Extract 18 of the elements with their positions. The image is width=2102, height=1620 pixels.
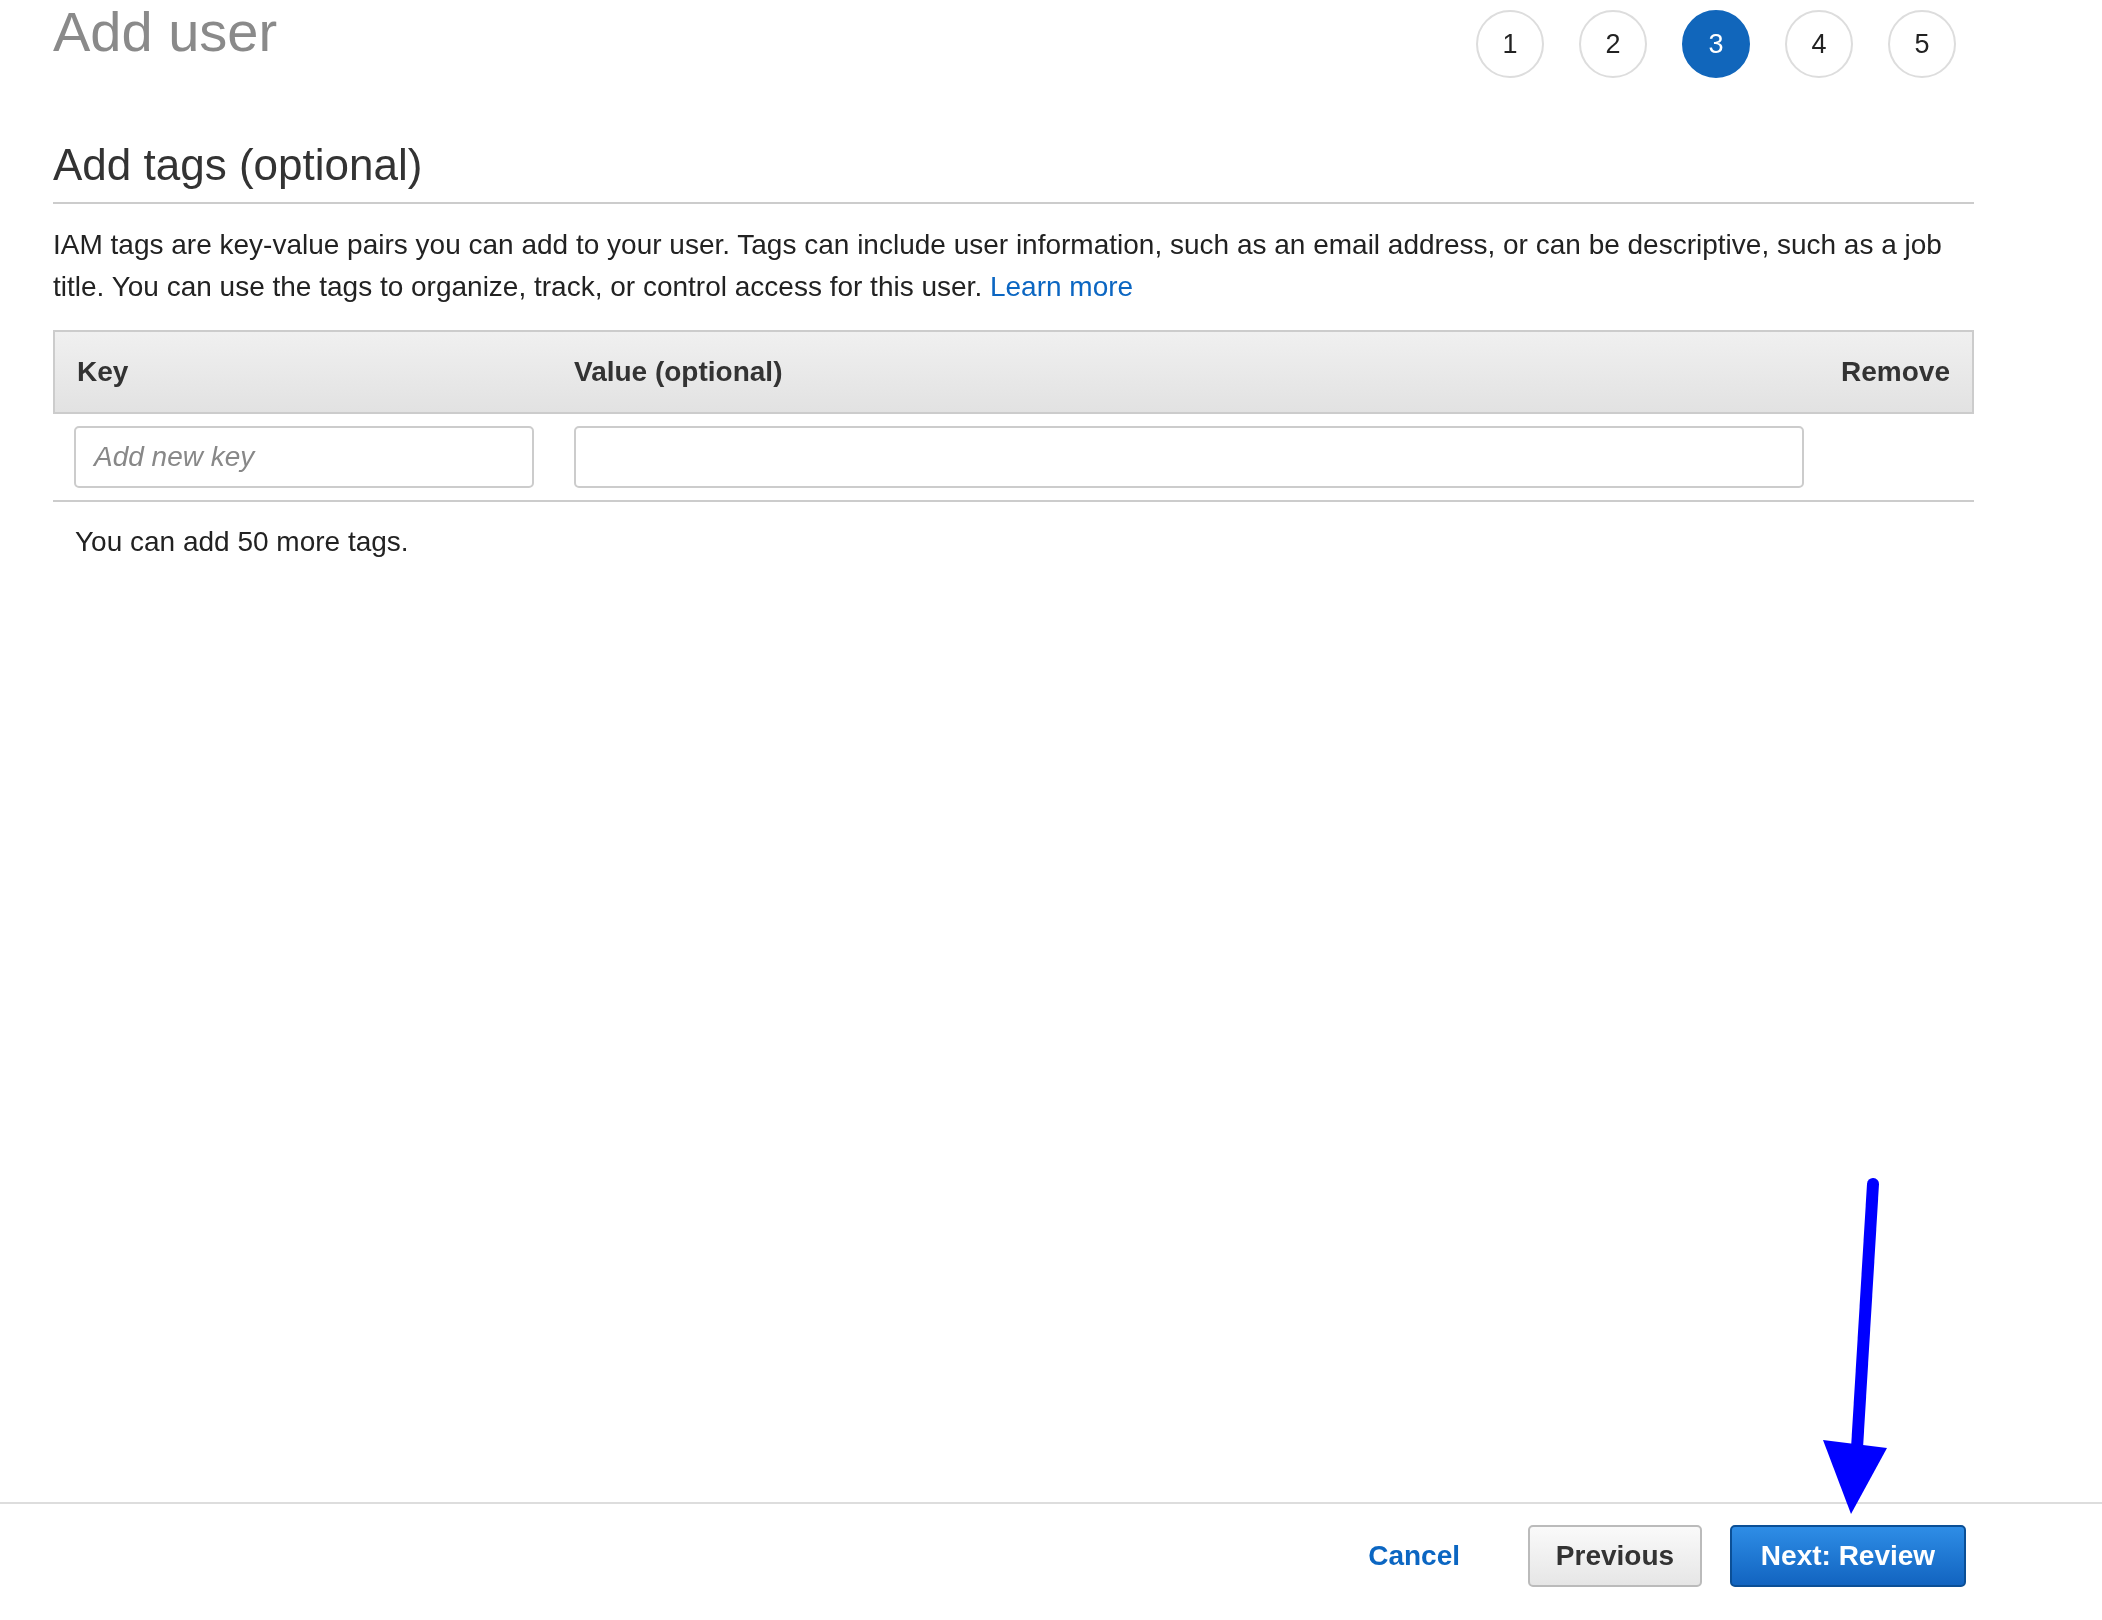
- page-title: Add user: [53, 0, 278, 65]
- step-indicator[interactable]: 1: [1476, 10, 1544, 78]
- column-header: Value (optional): [574, 356, 784, 388]
- key-input-field[interactable]: Add new key: [74, 426, 534, 488]
- tags-remaining-text: You can add 50 more tags.: [75, 526, 410, 558]
- learn-more-link[interactable]: Learn more: [989, 271, 1134, 302]
- column-header: Key: [77, 356, 130, 388]
- description-text: IAM tags are key-value pairs you can add to your user. Tags can include user information, such as an email address, or can be descriptive, such as a job title. You can use the tags to organize, track, or control access for this user. Learn more: [53, 228, 1943, 304]
- section-heading: Add tags (optional): [53, 140, 1974, 204]
- column-header: Remove: [1841, 356, 1950, 388]
- step-indicator[interactable]: 4: [1785, 10, 1853, 78]
- previous-button[interactable]: Previous: [1528, 1525, 1702, 1587]
- cancel-link[interactable]: Cancel: [1356, 1525, 1472, 1587]
- next-button[interactable]: Next: Review: [1730, 1525, 1966, 1587]
- value-input-field[interactable]: [574, 426, 1804, 488]
- step-indicator[interactable]: 3: [1682, 10, 1750, 78]
- step-indicator[interactable]: 5: [1888, 10, 1956, 78]
- step-indicator[interactable]: 2: [1579, 10, 1647, 78]
